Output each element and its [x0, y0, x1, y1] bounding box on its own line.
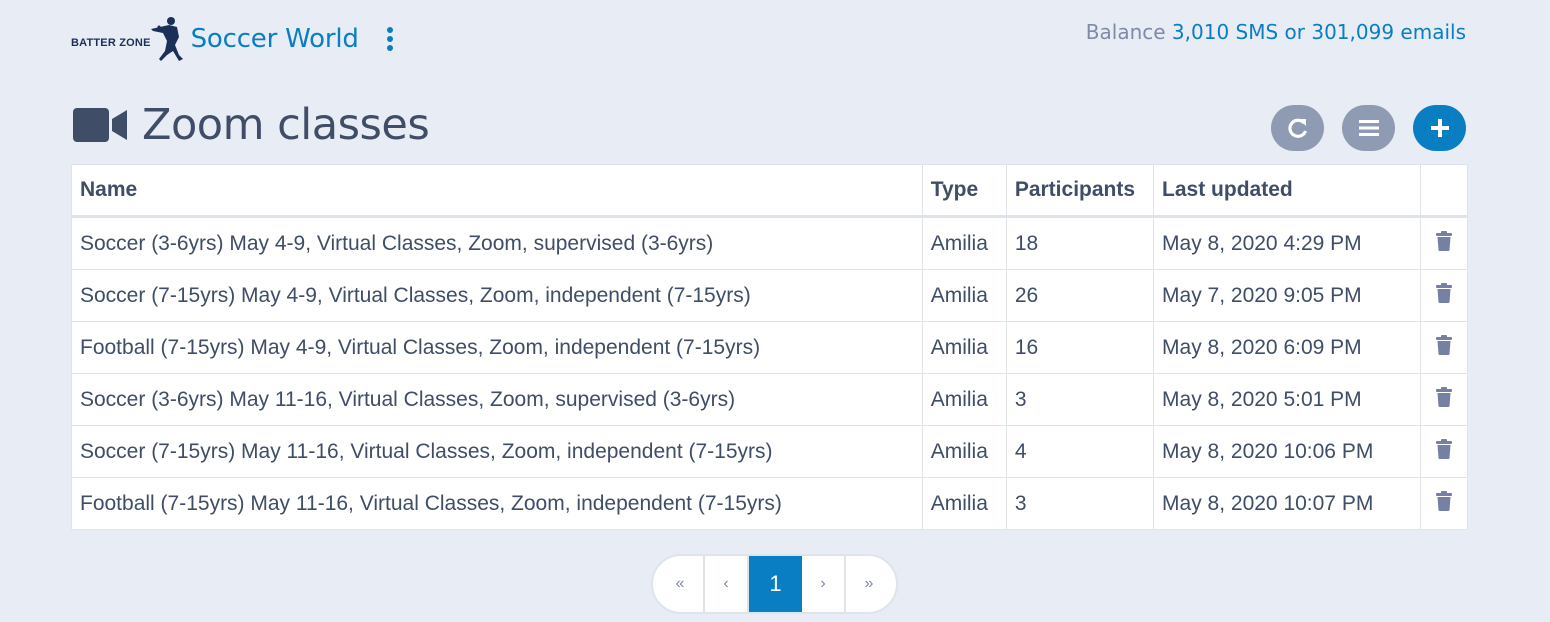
- brand: BATTER ZONE Soccer World: [71, 14, 395, 64]
- trash-icon: [1436, 490, 1453, 511]
- balance: Balance 3,010 SMS or 301,099 emails: [1086, 20, 1466, 44]
- cell-name[interactable]: Soccer (3-6yrs) May 4-9, Virtual Classes…: [72, 216, 923, 270]
- table-row[interactable]: Soccer (3-6yrs) May 4-9, Virtual Classes…: [72, 216, 1467, 270]
- column-header-last-updated[interactable]: Last updated: [1153, 165, 1422, 218]
- cell-type: Amilia: [922, 425, 1007, 478]
- column-header-name[interactable]: Name: [72, 165, 923, 218]
- refresh-button[interactable]: [1271, 105, 1324, 151]
- trash-icon: [1436, 334, 1453, 355]
- logo-text: BATTER ZONE: [71, 37, 151, 49]
- table-row[interactable]: Soccer (7-15yrs) May 11-16, Virtual Clas…: [72, 425, 1467, 478]
- cell-type: Amilia: [922, 216, 1007, 270]
- cell-participants: 3: [1006, 373, 1155, 426]
- delete-button[interactable]: [1420, 216, 1467, 270]
- last-page-button[interactable]: »: [846, 556, 896, 612]
- column-header-type[interactable]: Type: [922, 165, 1007, 218]
- table-row[interactable]: Soccer (7-15yrs) May 4-9, Virtual Classe…: [72, 269, 1467, 322]
- table-row[interactable]: Football (7-15yrs) May 4-9, Virtual Clas…: [72, 321, 1467, 374]
- list-button[interactable]: [1342, 105, 1395, 151]
- batter-icon: [150, 17, 183, 61]
- trash-icon: [1436, 438, 1453, 459]
- column-header-participants[interactable]: Participants: [1006, 165, 1155, 218]
- cell-last-updated: May 8, 2020 5:01 PM: [1153, 373, 1422, 426]
- cell-type: Amilia: [922, 477, 1007, 529]
- add-button[interactable]: [1413, 105, 1466, 151]
- cell-name[interactable]: Soccer (7-15yrs) May 11-16, Virtual Clas…: [72, 425, 923, 478]
- cell-last-updated: May 8, 2020 6:09 PM: [1153, 321, 1422, 374]
- first-page-button[interactable]: «: [653, 556, 705, 612]
- delete-button[interactable]: [1420, 321, 1467, 374]
- page-title-text: Zoom classes: [142, 100, 430, 150]
- delete-button[interactable]: [1420, 425, 1467, 478]
- delete-button[interactable]: [1420, 269, 1467, 322]
- app-name[interactable]: Soccer World: [191, 24, 359, 54]
- list-icon: [1358, 120, 1379, 136]
- cell-last-updated: May 8, 2020 10:06 PM: [1153, 425, 1422, 478]
- balance-label: Balance: [1085, 20, 1166, 44]
- current-page-button[interactable]: 1: [749, 556, 802, 612]
- trash-icon: [1436, 386, 1453, 407]
- next-page-button[interactable]: ›: [802, 556, 846, 612]
- cell-type: Amilia: [922, 321, 1007, 374]
- balance-emails: 301,099 emails: [1311, 20, 1466, 44]
- balance-or: or: [1284, 20, 1305, 44]
- cell-name[interactable]: Soccer (7-15yrs) May 4-9, Virtual Classe…: [72, 269, 923, 322]
- cell-participants: 26: [1006, 269, 1155, 322]
- balance-sms: 3,010 SMS: [1171, 20, 1279, 44]
- cell-type: Amilia: [922, 269, 1007, 322]
- plus-icon: [1430, 119, 1449, 137]
- cell-last-updated: May 8, 2020 10:07 PM: [1153, 477, 1422, 529]
- delete-button[interactable]: [1420, 373, 1467, 426]
- cell-participants: 3: [1006, 477, 1155, 529]
- table-row[interactable]: Football (7-15yrs) May 11-16, Virtual Cl…: [72, 477, 1467, 530]
- refresh-icon: [1287, 118, 1307, 138]
- table-row[interactable]: Soccer (3-6yrs) May 11-16, Virtual Class…: [72, 373, 1467, 426]
- cell-participants: 18: [1006, 216, 1155, 270]
- page-header: Zoom classes: [73, 100, 1466, 156]
- cell-last-updated: May 7, 2020 9:05 PM: [1153, 269, 1422, 322]
- cell-participants: 16: [1006, 321, 1155, 374]
- page-title: Zoom classes: [73, 100, 1466, 150]
- column-header-actions: [1420, 165, 1467, 218]
- cell-name[interactable]: Football (7-15yrs) May 4-9, Virtual Clas…: [72, 321, 923, 374]
- previous-page-button[interactable]: ‹: [705, 556, 749, 612]
- logo[interactable]: BATTER ZONE: [71, 15, 185, 63]
- delete-button[interactable]: [1421, 478, 1467, 530]
- cell-type: Amilia: [922, 373, 1007, 426]
- table-header-row: Name Type Participants Last updated: [72, 165, 1467, 218]
- trash-icon: [1436, 282, 1453, 303]
- pagination: « ‹ 1 › »: [651, 554, 898, 614]
- cell-name[interactable]: Football (7-15yrs) May 11-16, Virtual Cl…: [72, 477, 923, 529]
- cell-last-updated: May 8, 2020 4:29 PM: [1153, 216, 1422, 270]
- more-options-icon[interactable]: [385, 27, 395, 51]
- trash-icon: [1436, 230, 1453, 251]
- top-bar: BATTER ZONE Soccer World Balance 3,010 S…: [71, 14, 1466, 64]
- cell-name[interactable]: Soccer (3-6yrs) May 11-16, Virtual Class…: [72, 373, 923, 426]
- page-actions: [1271, 105, 1466, 151]
- video-camera-icon: [73, 108, 127, 142]
- cell-participants: 4: [1006, 425, 1155, 478]
- zoom-classes-table: Name Type Participants Last updated Socc…: [71, 164, 1468, 530]
